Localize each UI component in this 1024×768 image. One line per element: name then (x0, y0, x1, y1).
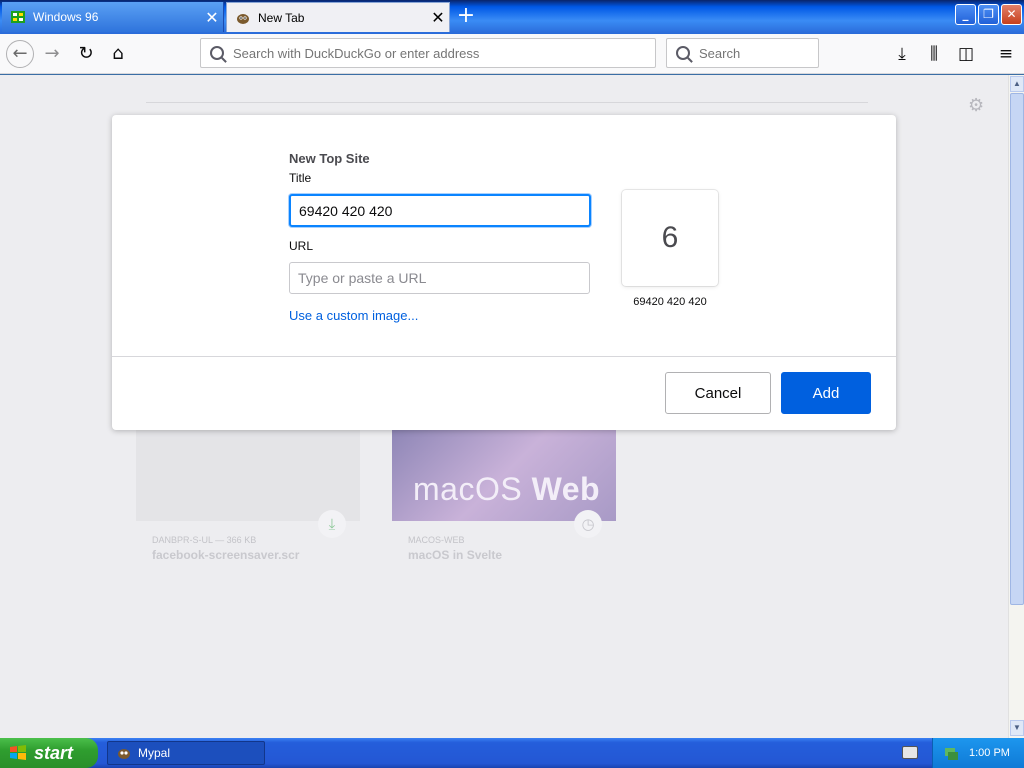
clock-icon: ◷ (574, 510, 602, 538)
windows96-logo-icon (11, 11, 25, 23)
clock: 1:00 PM (969, 747, 1010, 759)
menu-icon[interactable]: ≡ (994, 42, 1018, 66)
system-tray: 1:00 PM (932, 738, 1024, 768)
navigation-toolbar: ← → ↻ ⌂ ⤓ ⫼ ◫ ≡ (0, 34, 1024, 74)
url-field[interactable] (289, 262, 590, 294)
scroll-down-arrow-icon[interactable]: ▼ (1010, 720, 1024, 736)
forward-button[interactable]: → (38, 40, 66, 68)
tab-new-tab[interactable]: New Tab ✕ (226, 2, 450, 32)
card-title[interactable]: facebook-screensaver.scr (152, 548, 299, 562)
card-image-text: macOS Web (413, 471, 601, 507)
cancel-button[interactable]: Cancel (665, 372, 771, 414)
highlight-card-thumbnail[interactable] (136, 429, 360, 521)
library-icon[interactable]: ⫼ (922, 42, 946, 66)
taskbar: start Mypal 1:00 PM (0, 738, 1024, 768)
close-tab-icon[interactable]: ✕ (201, 8, 223, 27)
minimize-window-button[interactable]: _ (955, 4, 976, 25)
close-tab-icon[interactable]: ✕ (427, 8, 449, 27)
tab-label: New Tab (258, 10, 305, 25)
home-button[interactable]: ⌂ (104, 40, 132, 68)
reload-button[interactable]: ↻ (72, 40, 100, 68)
tab-windows-96[interactable]: Windows 96 ✕ (2, 2, 224, 32)
scrollbar-thumb[interactable] (1010, 93, 1024, 605)
add-button[interactable]: Add (781, 372, 871, 414)
back-button[interactable]: ← (6, 40, 34, 68)
tab-label: Windows 96 (33, 10, 99, 24)
windows-logo-icon (10, 745, 26, 760)
network-icon[interactable] (943, 745, 959, 761)
dialog-divider (112, 356, 896, 357)
browser-titlebar: Windows 96 ✕ New Tab ✕ + _ ❐ ✕ (0, 0, 1024, 34)
card-meta: DANBPR-S-UL — 366 KB (152, 535, 257, 545)
firefox-logo-icon (237, 13, 249, 24)
divider (146, 102, 868, 103)
url-label: URL (289, 239, 314, 253)
search-icon (210, 46, 224, 60)
vertical-scrollbar[interactable]: ▲ ▼ (1008, 75, 1024, 738)
custom-image-link[interactable]: Use a custom image... (289, 308, 418, 323)
keyboard-icon[interactable] (902, 746, 918, 759)
top-site-preview-tile: 6 (622, 190, 718, 286)
scroll-up-arrow-icon[interactable]: ▲ (1010, 76, 1024, 92)
close-window-button[interactable]: ✕ (1001, 4, 1022, 25)
download-icon[interactable]: ⤓ (890, 42, 914, 66)
new-tab-button[interactable]: + (454, 4, 478, 30)
address-bar[interactable] (200, 38, 656, 68)
search-bar[interactable] (666, 38, 875, 68)
highlight-card-thumbnail[interactable]: macOS Web (392, 429, 616, 521)
mypal-icon (118, 749, 130, 759)
download-icon: ⤓ (318, 510, 346, 538)
start-button[interactable]: start (0, 738, 98, 768)
start-label: start (34, 742, 74, 763)
address-input[interactable] (233, 45, 655, 61)
dialog-title: New Top Site (289, 151, 370, 166)
title-field[interactable] (289, 194, 591, 227)
card-title[interactable]: macOS in Svelte (408, 548, 502, 562)
search-input[interactable] (699, 45, 875, 61)
title-label: Title (289, 171, 312, 185)
gear-icon[interactable]: ⚙ (968, 95, 984, 116)
search-icon (676, 46, 690, 60)
taskbar-item-label: Mypal (138, 746, 171, 760)
sidebar-icon[interactable]: ◫ (954, 42, 978, 66)
new-top-site-dialog: New Top Site Title URL Use a custom imag… (112, 115, 896, 430)
new-tab-page: ⚙ macOS Web ⤓ ◷ DANBPR-S-UL — 366 KB fac… (0, 75, 1008, 738)
card-meta: MACOS-WEB (408, 535, 465, 545)
preview-caption: 69420 420 420 (633, 296, 707, 308)
maximize-window-button[interactable]: ❐ (978, 4, 999, 25)
taskbar-item-mypal[interactable]: Mypal (107, 741, 265, 765)
